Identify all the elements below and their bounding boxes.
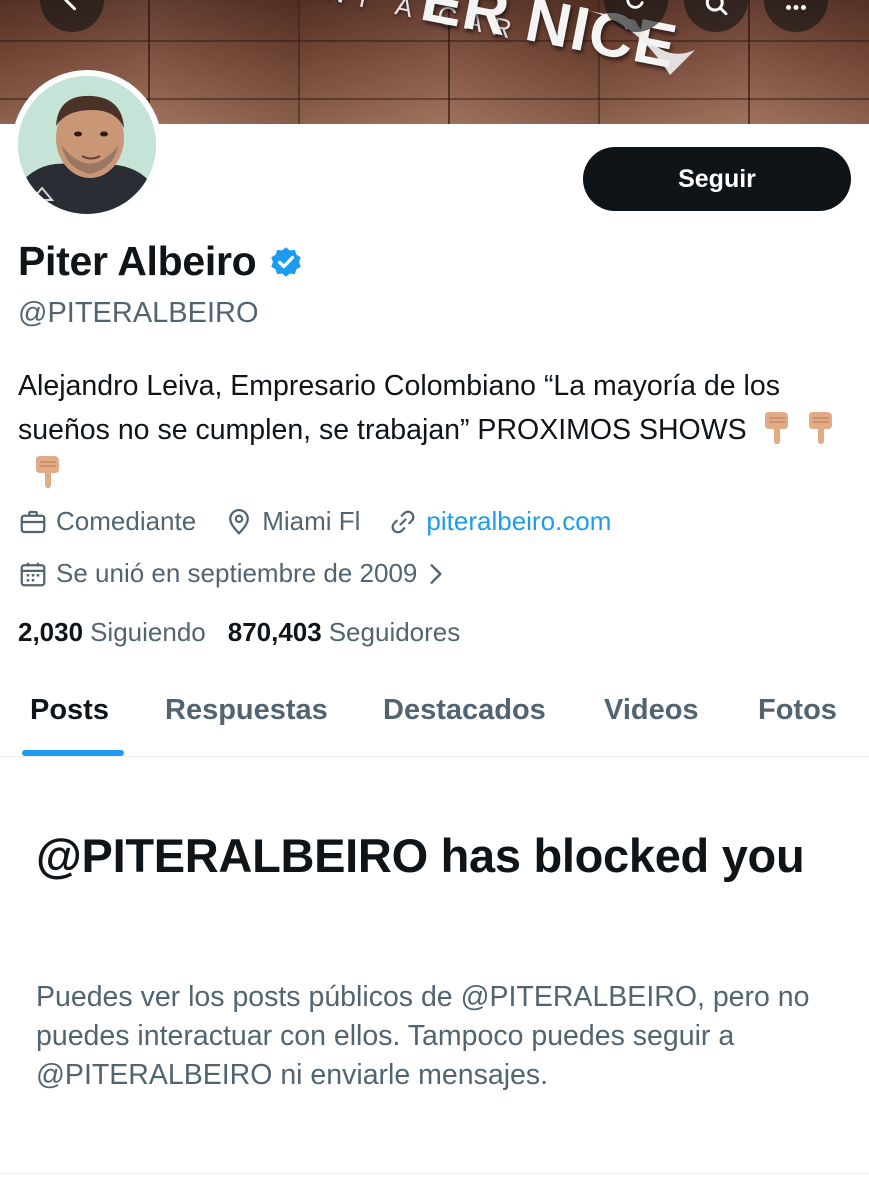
followers-label: Seguidores: [328, 617, 461, 647]
tab-destacados[interactable]: Destacados: [383, 694, 546, 727]
profile-stats: 2,030 Siguiendo 870,403 Seguidores: [18, 617, 482, 648]
link-icon: [392, 510, 415, 533]
chevron-right-icon: [430, 563, 442, 584]
divider: [0, 1173, 869, 1174]
joined-date: Se unió en septiembre de 2009: [56, 558, 418, 588]
calendar-icon: [20, 562, 46, 586]
location-pin-icon: [229, 508, 250, 535]
arrow-left-icon: [64, 0, 76, 11]
tab-videos[interactable]: Videos: [604, 694, 699, 727]
profile-tabs: Posts Respuestas Destacados Videos Fotos: [0, 668, 869, 757]
following-label: Siguiendo: [90, 617, 206, 647]
blocked-description: Puedes ver los posts públicos de @PITERA…: [36, 981, 810, 1091]
profile-location: Miami Fl: [262, 506, 361, 536]
follow-button[interactable]: Seguir: [583, 147, 851, 211]
avatar-photo: [18, 76, 156, 214]
refresh-icon: [626, 0, 644, 9]
tab-fotos[interactable]: Fotos: [758, 694, 837, 727]
following-stat[interactable]: 2,030 Siguiendo: [18, 617, 206, 648]
profile-handle: @PITERALBEIRO: [18, 297, 259, 329]
tab-respuestas[interactable]: Respuestas: [165, 694, 328, 727]
tab-posts[interactable]: Posts: [30, 694, 109, 727]
avatar[interactable]: [12, 70, 162, 220]
profile-category: Comediante: [56, 506, 197, 536]
active-tab-indicator: [22, 750, 124, 756]
followers-stat[interactable]: 870,403 Seguidores: [228, 617, 461, 648]
point-down-emoji: [808, 412, 832, 444]
profile-name: Piter Albeiro: [18, 238, 257, 284]
search-icon: [705, 0, 728, 15]
point-down-emoji: [764, 412, 788, 444]
followers-count: 870,403: [227, 617, 322, 647]
profile-joined[interactable]: Se unió en septiembre de 2009: [18, 558, 447, 589]
bio-text: Alejandro Leiva, Empresario Colombiano “…: [18, 370, 780, 446]
more-icon: [786, 5, 806, 10]
briefcase-icon: [20, 510, 46, 533]
following-count: 2,030: [18, 617, 84, 647]
blocked-title: @PITERALBEIRO has blocked you: [36, 829, 805, 882]
point-down-emoji: [36, 456, 59, 488]
profile-meta: Comediante Miami Fl piteralbeiro.com: [18, 506, 639, 537]
verified-badge-icon[interactable]: [268, 244, 304, 280]
profile-bio: Alejandro Leiva, Empresario Colombiano “…: [18, 364, 858, 496]
profile-website-link[interactable]: piteralbeiro.com: [426, 506, 611, 537]
